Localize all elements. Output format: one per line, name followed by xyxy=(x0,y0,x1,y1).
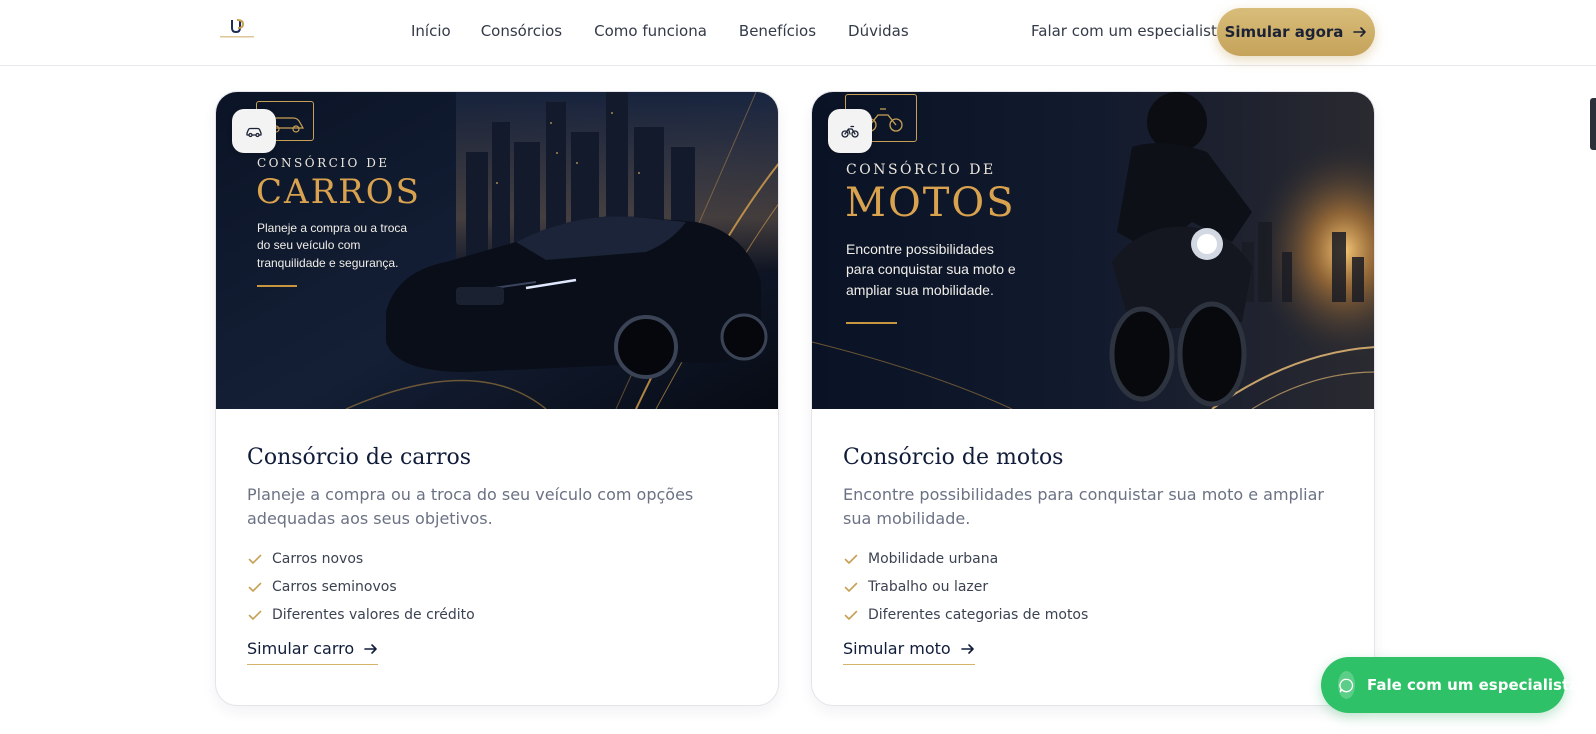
feature-label: Carros seminovos xyxy=(272,579,397,595)
simulate-car-link[interactable]: Simular carro xyxy=(247,639,379,665)
car-banner-text: Planeje a compra ou a troca do seu veícu… xyxy=(257,221,408,270)
car-feature-list: Carros novos Carros seminovos Diferentes… xyxy=(247,545,475,629)
check-icon xyxy=(844,610,858,620)
list-item: Mobilidade urbana xyxy=(843,545,1088,573)
specialist-link[interactable]: Falar com um especialista xyxy=(1031,22,1226,40)
whatsapp-icon-wrap xyxy=(1338,671,1355,699)
car-chip xyxy=(232,109,276,153)
list-item: Diferentes valores de crédito xyxy=(247,601,475,629)
check-icon xyxy=(844,554,858,564)
whatsapp-button[interactable]: Fale com um especialista xyxy=(1321,657,1579,713)
arrow-right-icon xyxy=(960,643,974,654)
feature-label: Carros novos xyxy=(272,551,364,567)
list-item: Trabalho ou lazer xyxy=(843,573,1088,601)
simulate-now-button[interactable]: Simular agora xyxy=(1217,8,1375,56)
bike-icon xyxy=(841,125,859,138)
moto-card-body: Consórcio de motos Encontre possibilidad… xyxy=(812,409,1374,705)
car-card: CONSÓRCIO DE CARROS Planeje a compra ou … xyxy=(215,91,779,706)
moto-card-description: Encontre possibilidades para conquistar … xyxy=(843,485,1324,528)
moto-feature-list: Mobilidade urbana Trabalho ou lazer Dife… xyxy=(843,545,1088,629)
nav-duvidas[interactable]: Dúvidas xyxy=(848,22,909,40)
moto-card: CONSÓRCIO DE MOTOS Encontre possibilidad… xyxy=(811,91,1375,706)
feature-label: Mobilidade urbana xyxy=(868,551,999,567)
car-banner-divider xyxy=(257,285,297,287)
car-icon xyxy=(246,127,262,138)
feature-label: Diferentes categorias de motos xyxy=(868,607,1089,623)
simulate-moto-link[interactable]: Simular moto xyxy=(843,639,975,665)
moto-banner-kicker: CONSÓRCIO DE xyxy=(846,162,996,178)
simulate-car-label: Simular carro xyxy=(247,639,355,658)
list-item: Carros novos xyxy=(247,545,475,573)
check-icon xyxy=(248,554,262,564)
main-nav: Início Consórcios Como funciona Benefíci… xyxy=(411,22,909,40)
check-icon xyxy=(844,582,858,592)
nav-consorcios[interactable]: Consórcios xyxy=(481,22,562,40)
arrow-right-icon xyxy=(1353,27,1367,37)
simulate-moto-label: Simular moto xyxy=(843,639,951,658)
car-card-title: Consórcio de carros xyxy=(247,445,471,470)
moto-banner-heading: MOTOS xyxy=(845,180,1016,226)
feature-label: Trabalho ou lazer xyxy=(868,579,989,595)
chat-bubble-icon xyxy=(1339,678,1354,692)
scrollbar-thumb[interactable] xyxy=(1590,98,1596,150)
nav-inicio[interactable]: Início xyxy=(411,22,451,40)
car-card-body: Consórcio de carros Planeje a compra ou … xyxy=(216,409,778,705)
site-header: Início Consórcios Como funciona Benefíci… xyxy=(0,0,1596,66)
simulate-now-label: Simular agora xyxy=(1224,23,1344,41)
check-icon xyxy=(248,610,262,620)
moto-banner-divider xyxy=(846,322,897,324)
list-item: Carros seminovos xyxy=(247,573,475,601)
check-icon xyxy=(248,582,262,592)
moto-chip xyxy=(828,109,872,153)
moto-banner-text: Encontre possibilidades para conquistar … xyxy=(846,241,1016,298)
feature-label: Diferentes valores de crédito xyxy=(272,607,475,623)
nav-beneficios[interactable]: Benefícios xyxy=(739,22,816,40)
list-item: Diferentes categorias de motos xyxy=(843,601,1088,629)
car-banner: CONSÓRCIO DE CARROS Planeje a compra ou … xyxy=(216,92,778,409)
brand-logo[interactable] xyxy=(216,16,258,44)
car-card-description: Planeje a compra ou a troca do seu veícu… xyxy=(247,485,694,528)
car-banner-heading: CARROS xyxy=(256,172,421,212)
nav-como-funciona[interactable]: Como funciona xyxy=(594,22,707,40)
moto-banner: CONSÓRCIO DE MOTOS Encontre possibilidad… xyxy=(812,92,1374,409)
moto-card-title: Consórcio de motos xyxy=(843,445,1064,470)
car-banner-kicker: CONSÓRCIO DE xyxy=(257,156,390,170)
whatsapp-label: Fale com um especialista xyxy=(1367,676,1580,694)
arrow-right-icon xyxy=(364,643,377,654)
